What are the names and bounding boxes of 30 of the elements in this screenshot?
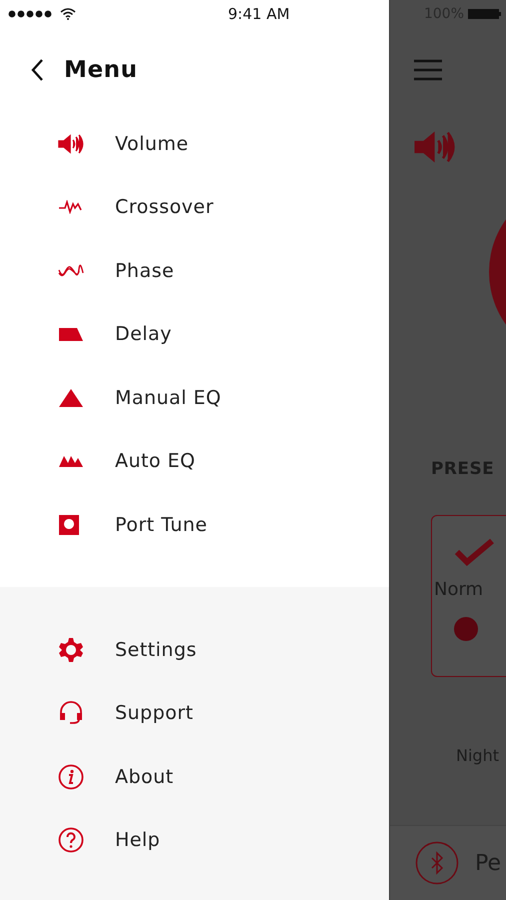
menu-item[interactable]: Delay xyxy=(0,302,389,366)
menu-item[interactable]: Phase xyxy=(0,239,389,302)
menu-item[interactable]: Help xyxy=(0,808,389,872)
drawer-title: Menu xyxy=(64,56,138,85)
status-time: 9:41 AM xyxy=(228,4,290,25)
check-icon xyxy=(454,538,494,566)
menu-item[interactable]: Settings xyxy=(0,618,389,682)
zigzag-icon xyxy=(58,200,84,214)
wave-icon xyxy=(58,264,84,278)
headset-icon xyxy=(58,700,84,726)
back-button[interactable] xyxy=(30,58,44,82)
menu-item[interactable]: About xyxy=(0,745,389,808)
settings-icon xyxy=(58,636,84,663)
bluetooth-icon xyxy=(415,841,459,885)
wifi-icon xyxy=(60,8,76,20)
menu-item[interactable]: Port Tune xyxy=(0,493,389,556)
speaker-icon xyxy=(414,131,456,163)
menu-item[interactable]: Support xyxy=(0,682,389,745)
menu-item[interactable]: Crossover xyxy=(0,176,389,239)
speaker-icon xyxy=(58,134,84,154)
peaks-icon xyxy=(58,454,84,468)
info-icon xyxy=(58,764,84,790)
help-icon xyxy=(58,827,84,854)
triangle-icon xyxy=(58,388,84,408)
menu-item[interactable]: Manual EQ xyxy=(0,366,389,430)
menu-item[interactable]: Auto EQ xyxy=(0,430,389,493)
menu-icon[interactable] xyxy=(414,59,442,81)
menu-item[interactable]: Volume xyxy=(0,112,389,176)
trapezoid-icon xyxy=(58,326,84,342)
battery-icon xyxy=(468,8,502,20)
